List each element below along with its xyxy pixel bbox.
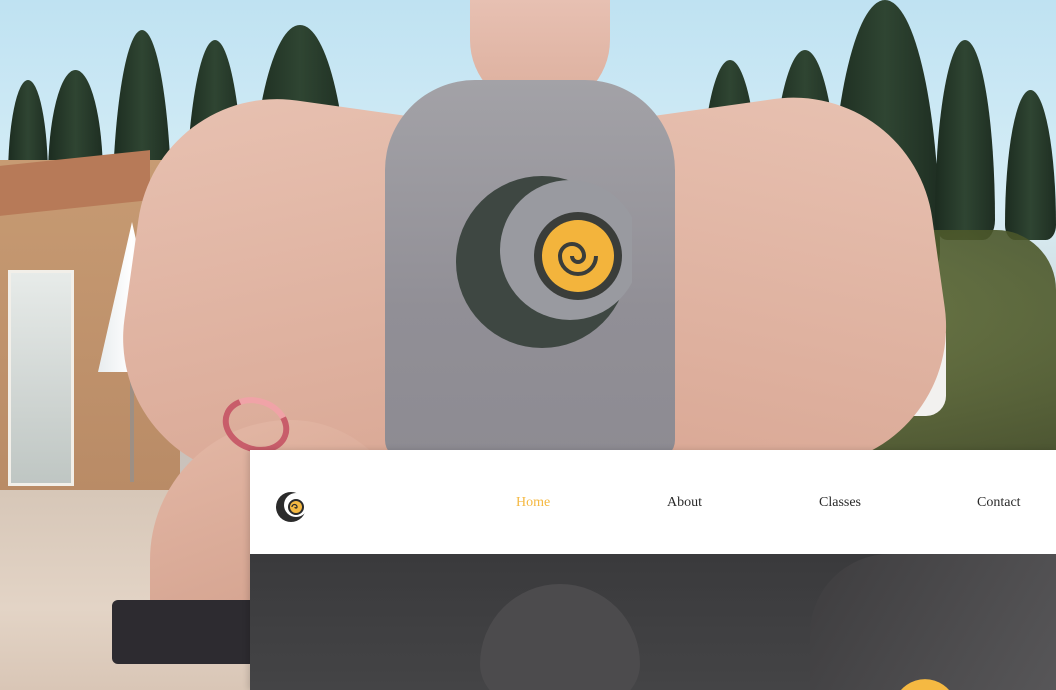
nav-link-about[interactable]: About	[667, 495, 702, 511]
hero-section-dark	[250, 554, 1056, 690]
nav-link-contact[interactable]: Contact	[977, 495, 1021, 511]
navbar: Home About Classes Contact	[250, 450, 1056, 554]
cypress-tree	[935, 40, 995, 240]
nav-link-classes[interactable]: Classes	[819, 495, 861, 511]
crescent-partial-icon	[901, 679, 949, 690]
cypress-tree	[1005, 90, 1056, 240]
yoga-mat	[112, 600, 272, 664]
nav-link-home[interactable]: Home	[516, 495, 550, 511]
house-window	[8, 270, 74, 486]
crescent-spiral-icon	[456, 176, 632, 348]
site-logo-icon[interactable]	[274, 490, 308, 524]
website-preview-card: Home About Classes Contact	[250, 450, 1056, 690]
hands-silhouette	[480, 584, 640, 690]
